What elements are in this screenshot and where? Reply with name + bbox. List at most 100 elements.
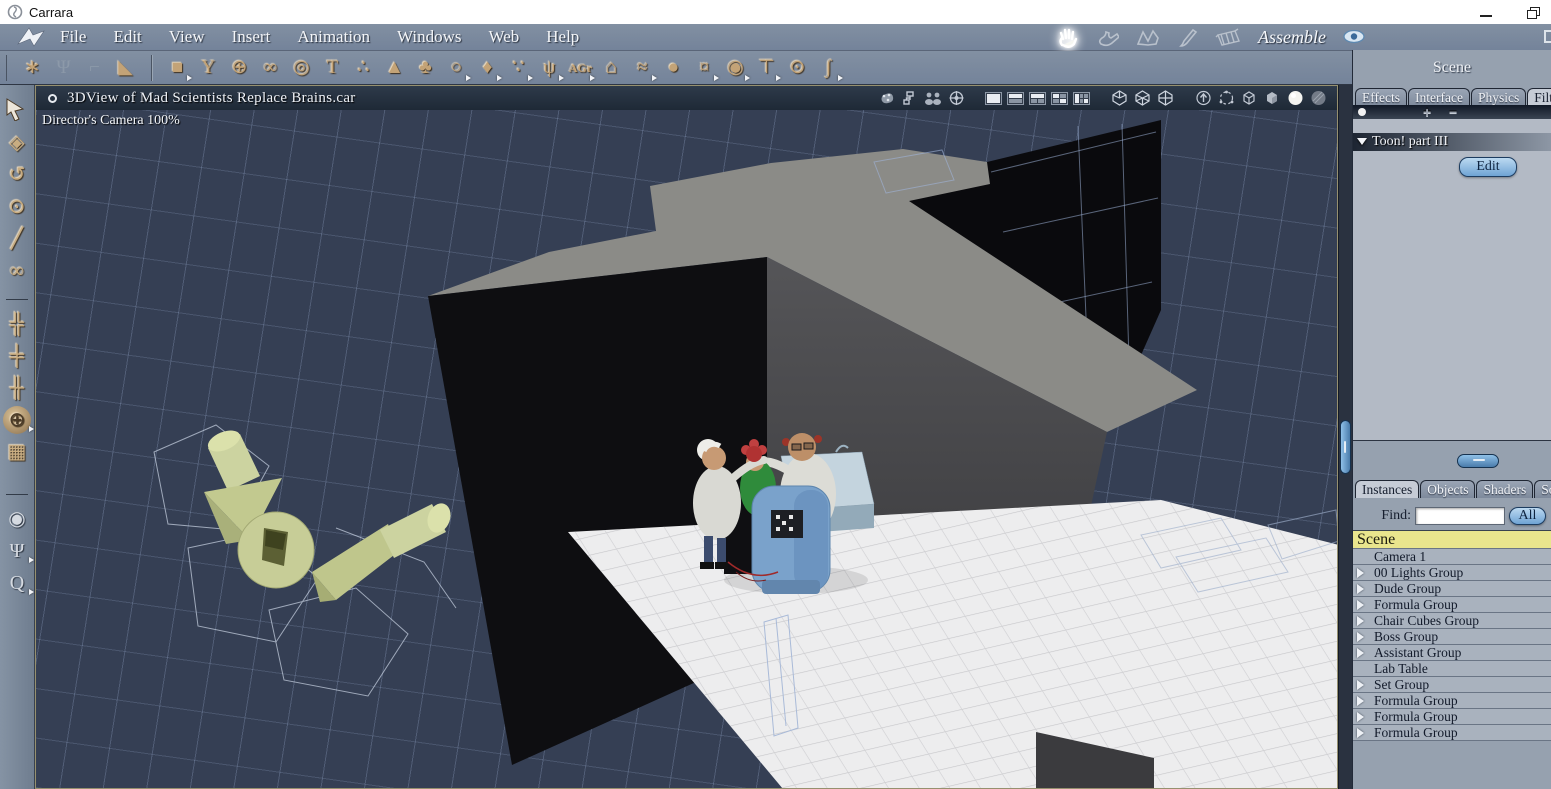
maximize-button[interactable]: [1519, 2, 1545, 21]
rotation-gizmo-icon[interactable]: [1217, 90, 1235, 106]
move-xy-icon[interactable]: ╬: [3, 310, 31, 338]
auto-group-icon[interactable]: AGr: [565, 53, 596, 83]
minimize-button[interactable]: [1473, 2, 1499, 21]
layout-grid-four-icon[interactable]: [1051, 91, 1068, 105]
viewport-titlebar[interactable]: 3DView of Mad Scientists Replace Brains.…: [35, 85, 1338, 110]
working-box-icon[interactable]: ▦: [3, 438, 31, 466]
render-film-icon[interactable]: [1215, 27, 1241, 49]
tab-interface[interactable]: Interface: [1407, 88, 1470, 106]
layout-single-icon[interactable]: [985, 91, 1002, 105]
gizmo-toggle-icon[interactable]: [947, 90, 965, 106]
wire-sphere-front-icon[interactable]: [1156, 90, 1174, 106]
link-tool-icon[interactable]: ∞: [3, 257, 31, 285]
expand-arrow-icon[interactable]: [1357, 728, 1364, 738]
list-item-assistant-group[interactable]: Assistant Group: [1353, 645, 1551, 661]
texture-brush-icon[interactable]: [1175, 27, 1201, 49]
menu-web[interactable]: Web: [489, 27, 520, 47]
shaded-sphere-dark-icon[interactable]: [1309, 90, 1327, 106]
model-wrench-icon[interactable]: [1095, 27, 1121, 49]
select-arrow-icon[interactable]: [3, 97, 31, 125]
target-helper-icon[interactable]: ⊙: [782, 53, 813, 83]
expand-arrow-icon[interactable]: [1357, 600, 1364, 610]
list-item-camera-1[interactable]: Camera 1: [1353, 549, 1551, 565]
terrain-icon[interactable]: ▲: [379, 53, 410, 83]
expand-arrow-icon[interactable]: [1357, 584, 1364, 594]
visibility-eye-icon[interactable]: [1342, 29, 1366, 44]
list-item-formula-group-3[interactable]: Formula Group: [1353, 709, 1551, 725]
menu-view[interactable]: View: [169, 27, 205, 47]
pan-hand-icon[interactable]: Ψ: [3, 537, 31, 565]
eyedropper-icon[interactable]: ╱: [3, 225, 31, 253]
sphere-primitive-icon[interactable]: ⊕: [224, 53, 255, 83]
viewport-canvas[interactable]: Director's Camera 100%: [35, 110, 1338, 789]
shaded-sphere-bright-icon[interactable]: [1286, 90, 1304, 106]
camera-object-icon[interactable]: ◉: [720, 53, 751, 83]
layout-mixed-icon[interactable]: [1073, 91, 1090, 105]
enable-dot-icon[interactable]: [1358, 108, 1366, 116]
fountain-icon[interactable]: ψ: [534, 53, 565, 83]
expand-arrow-icon[interactable]: [1357, 568, 1364, 578]
group-hierarchy-icon[interactable]: ⊤: [751, 53, 782, 83]
plant-tree-icon[interactable]: ♣: [410, 53, 441, 83]
expand-arrow-icon[interactable]: [1357, 616, 1364, 626]
figures-view-icon[interactable]: [924, 90, 942, 106]
remove-filter-button[interactable]: −: [1449, 104, 1457, 120]
list-item-formula-group[interactable]: Formula Group: [1353, 597, 1551, 613]
find-input[interactable]: [1415, 507, 1505, 525]
list-item-formula-group-2[interactable]: Formula Group: [1353, 693, 1551, 709]
move-xz-icon[interactable]: ╪: [3, 342, 31, 370]
vertical-splitter-handle[interactable]: [1457, 454, 1499, 468]
bone-chain-tool-icon[interactable]: ∗: [17, 53, 48, 83]
solid-cube-icon[interactable]: [1263, 90, 1281, 106]
move-3d-icon[interactable]: ◈: [3, 129, 31, 157]
menu-windows[interactable]: Windows: [397, 27, 461, 47]
reference-arrow-icon[interactable]: [1194, 90, 1212, 106]
tab-effects[interactable]: Effects: [1355, 88, 1407, 106]
expand-arrow-icon[interactable]: [1357, 696, 1364, 706]
list-item-lab-table[interactable]: Lab Table: [1353, 661, 1551, 677]
tab-filters[interactable]: Filters: [1527, 88, 1551, 106]
trowel-tool-icon[interactable]: ◣: [110, 53, 141, 83]
move-yz-icon[interactable]: ╫: [3, 374, 31, 402]
list-item-set-group[interactable]: Set Group: [1353, 677, 1551, 693]
wrench-tool-icon[interactable]: ⌐: [79, 53, 110, 83]
menu-animation[interactable]: Animation: [297, 27, 370, 47]
list-item-dude-group[interactable]: Dude Group: [1353, 581, 1551, 597]
expand-arrow-icon[interactable]: [1357, 712, 1364, 722]
assemble-hand-icon[interactable]: [1055, 27, 1081, 49]
expand-arrow-icon[interactable]: [1357, 648, 1364, 658]
wireframe-cube-icon[interactable]: [1240, 90, 1258, 106]
zoom-magnifier-icon[interactable]: Q: [3, 569, 31, 597]
list-item-boss-group[interactable]: Boss Group: [1353, 629, 1551, 645]
metaball-icon[interactable]: ∞: [255, 53, 286, 83]
rock-icon[interactable]: ●: [658, 53, 689, 83]
spotlight-icon[interactable]: ¤: [689, 53, 720, 83]
camera-dolly-icon[interactable]: ◉: [3, 505, 31, 533]
horizontal-splitter-handle[interactable]: [1340, 420, 1351, 474]
text-3d-icon[interactable]: T: [317, 53, 348, 83]
pan-hand-tool-icon[interactable]: Ψ: [48, 53, 79, 83]
menu-help[interactable]: Help: [546, 27, 579, 47]
tab-sounds[interactable]: Sounds: [1534, 480, 1551, 498]
rotate-tool-icon[interactable]: ↺: [3, 161, 31, 189]
tab-physics[interactable]: Physics: [1470, 88, 1527, 106]
particle-plate-icon[interactable]: ∵: [503, 53, 534, 83]
tab-shaders[interactable]: Shaders: [1476, 480, 1534, 498]
ocean-icon[interactable]: ≈: [627, 53, 658, 83]
list-item-formula-group-4[interactable]: Formula Group: [1353, 725, 1551, 741]
wire-sphere-top-icon[interactable]: [1110, 90, 1128, 106]
expand-arrow-icon[interactable]: [1357, 632, 1364, 642]
hierarchy-view-icon[interactable]: [901, 90, 919, 106]
expand-arrow-icon[interactable]: [1357, 680, 1364, 690]
all-button[interactable]: All: [1509, 507, 1546, 525]
bank-tool-icon[interactable]: ⊙: [3, 193, 31, 221]
menu-insert[interactable]: Insert: [232, 27, 271, 47]
tab-objects[interactable]: Objects: [1420, 480, 1476, 498]
edit-button[interactable]: Edit: [1459, 157, 1517, 177]
cloud-icon[interactable]: ○: [441, 53, 472, 83]
particle-emitter-icon[interactable]: ∴: [348, 53, 379, 83]
paint-selection-icon[interactable]: [878, 90, 896, 106]
torus-spin-icon[interactable]: ◎: [286, 53, 317, 83]
menu-file[interactable]: File: [60, 27, 86, 47]
list-item-chair-cubes-group[interactable]: Chair Cubes Group: [1353, 613, 1551, 629]
